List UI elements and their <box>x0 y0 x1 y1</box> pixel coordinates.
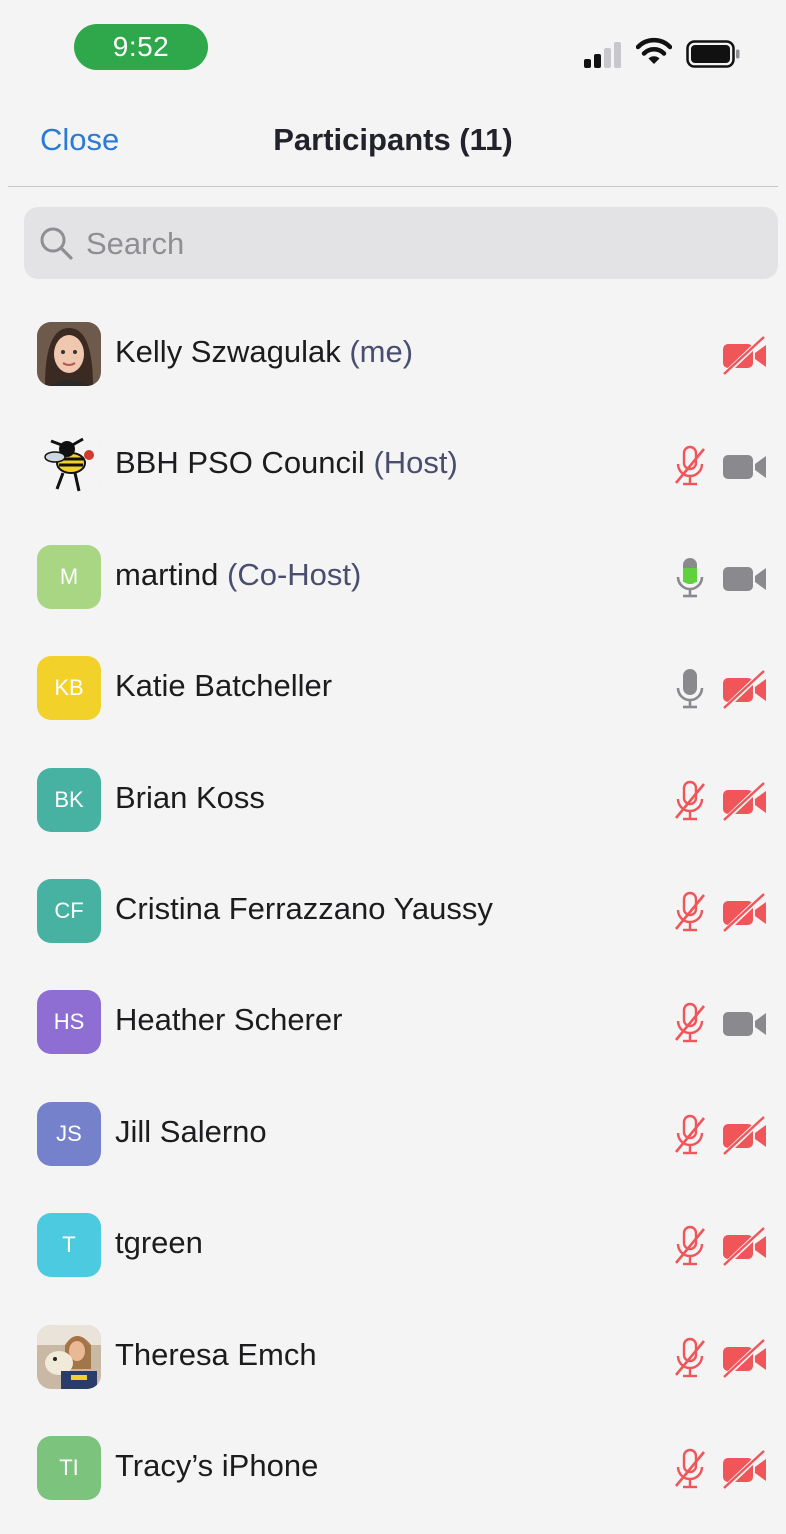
mic-muted-icon[interactable] <box>672 1337 708 1381</box>
participant-name-line: Cristina Ferrazzano Yaussy <box>115 891 493 927</box>
participant-row[interactable]: HS Heather Scherer <box>0 968 786 1079</box>
participant-name: Heather Scherer <box>115 1002 343 1038</box>
mic-icon[interactable] <box>672 668 708 712</box>
participant-name: BBH PSO Council <box>115 445 365 481</box>
participant-row[interactable]: JS Jill Salerno <box>0 1080 786 1191</box>
participant-name-line: Theresa Emch <box>115 1337 317 1373</box>
avatar-initials: T <box>37 1213 101 1278</box>
participant-name-line: Tracy’s iPhone <box>115 1448 318 1484</box>
avatar-initials: M <box>37 544 101 609</box>
status-time[interactable]: 9:52 <box>74 24 208 70</box>
mic-muted-icon[interactable] <box>672 445 708 489</box>
mic-muted-icon[interactable] <box>672 891 708 935</box>
avatar-initials: BK <box>37 767 101 832</box>
participant-name: Kelly Szwagulak <box>115 334 341 369</box>
avatar-initials: HS <box>37 990 101 1055</box>
participant-name: Theresa Emch <box>115 1336 317 1372</box>
participant-name-line: tgreen <box>115 1225 203 1261</box>
mic-muted-icon[interactable] <box>672 1225 708 1269</box>
avatar-initials: JS <box>37 1101 101 1166</box>
participant-name: martind <box>115 556 219 592</box>
video-off-icon[interactable] <box>722 1449 768 1491</box>
avatar-initials: TI <box>37 1435 101 1500</box>
mic-muted-icon[interactable] <box>672 1114 708 1158</box>
video-off-icon[interactable] <box>722 892 768 934</box>
status-bar: 9:52 <box>0 0 786 96</box>
avatar-initials: KB <box>37 656 101 721</box>
participant-row[interactable]: KB Katie Batcheller <box>0 634 786 745</box>
participant-row[interactable]: BBH PSO Council (Host) <box>0 411 786 522</box>
video-camera-icon[interactable] <box>722 1004 768 1044</box>
participant-name-line: martind (Co-Host) <box>115 557 361 593</box>
battery-icon <box>686 40 740 68</box>
video-off-icon[interactable] <box>722 1114 768 1157</box>
video-off-icon[interactable] <box>722 335 768 377</box>
video-off-icon[interactable] <box>722 1226 768 1268</box>
avatar-photo <box>37 433 101 498</box>
close-button[interactable]: Close <box>40 122 119 158</box>
video-camera-icon[interactable] <box>722 447 768 487</box>
video-off-icon[interactable] <box>722 780 768 823</box>
mic-muted-icon[interactable] <box>672 1448 708 1492</box>
nav-bar: Participants (11) Close <box>0 100 786 186</box>
participant-row[interactable]: Kelly Szwagulak (me) <box>0 300 786 411</box>
participant-role: (Host) <box>373 445 458 481</box>
participant-row[interactable]: TI Tracy’s iPhone <box>0 1414 786 1525</box>
wifi-icon <box>636 37 672 64</box>
participant-name-line: Brian Koss <box>115 780 265 816</box>
cellular-signal-icon <box>584 42 624 68</box>
search-input[interactable] <box>84 207 768 281</box>
participant-name-line: Jill Salerno <box>115 1114 267 1150</box>
nav-divider <box>8 186 778 187</box>
search-bar[interactable] <box>24 207 778 281</box>
video-off-icon[interactable] <box>722 1337 768 1380</box>
participant-name-line: Katie Batcheller <box>115 668 332 704</box>
video-off-icon[interactable] <box>722 669 768 711</box>
participant-name: Cristina Ferrazzano Yaussy <box>115 890 493 926</box>
participant-name-line: BBH PSO Council (Host) <box>115 445 458 481</box>
participant-name-line: Kelly Szwagulak (me) <box>115 334 413 370</box>
participant-name-line: Heather Scherer <box>115 1002 342 1038</box>
video-camera-icon[interactable] <box>722 559 768 599</box>
mic-muted-icon[interactable] <box>672 1002 708 1046</box>
participant-name: Jill Salerno <box>115 1113 267 1149</box>
participant-name: Tracy’s iPhone <box>115 1447 319 1483</box>
avatar-photo <box>37 1324 101 1389</box>
participant-list: Kelly Szwagulak (me) BBH PSO Council (Ho… <box>0 300 786 1525</box>
mic-active-icon[interactable] <box>672 557 708 601</box>
participant-name: Brian Koss <box>115 779 265 815</box>
search-icon <box>40 227 73 260</box>
participant-role: (me) <box>349 334 414 369</box>
participant-row[interactable]: Theresa Emch <box>0 1303 786 1414</box>
participant-role: (Co-Host) <box>227 556 362 592</box>
participant-row[interactable]: Ttgreen <box>0 1191 786 1302</box>
avatar-photo <box>37 322 101 386</box>
participant-name: Katie Batcheller <box>115 668 333 704</box>
participant-name: tgreen <box>115 1225 203 1261</box>
participant-row[interactable]: BK Brian Koss <box>0 746 786 857</box>
avatar-initials: CF <box>37 878 101 943</box>
mic-muted-icon[interactable] <box>672 780 708 824</box>
participant-row[interactable]: CF Cristina Ferrazzano Yaussy <box>0 857 786 968</box>
participant-row[interactable]: Mmartind (Co-Host) <box>0 523 786 634</box>
